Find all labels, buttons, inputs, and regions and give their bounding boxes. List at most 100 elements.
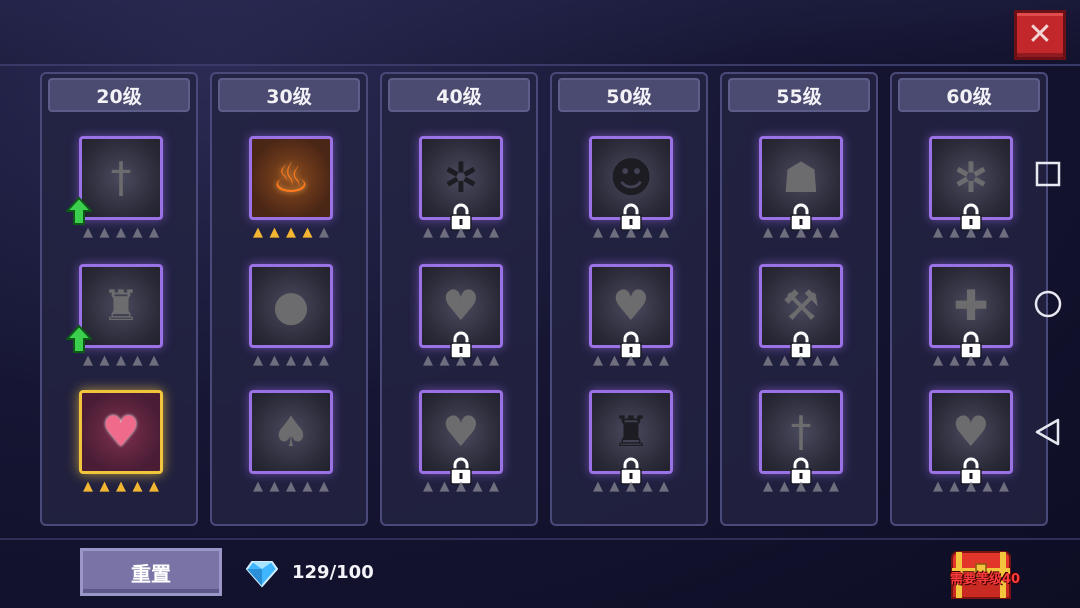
star-rating: ▲ ▲ ▲ ▲ ▲: [929, 354, 1013, 368]
star-icon: ▲: [626, 225, 636, 240]
star-icon: ▲: [456, 479, 466, 494]
star-icon: ▲: [489, 225, 499, 240]
star-icon: ▲: [489, 479, 499, 494]
water-drop-icon: ●: [272, 281, 310, 330]
star-icon: ▲: [116, 225, 126, 240]
talent-slot[interactable]: ☗: [759, 136, 843, 231]
recent-apps-icon[interactable]: [1034, 160, 1062, 188]
star-icon: ▲: [286, 225, 296, 240]
star-icon: ▲: [99, 353, 110, 368]
home-icon[interactable]: [1034, 290, 1062, 318]
star-icon: ▲: [999, 353, 1009, 368]
star-icon: ▲: [132, 353, 143, 368]
top-bar: [0, 0, 1080, 66]
talent-slot[interactable]: ✲: [929, 136, 1013, 231]
heart-plus-icon: ♥: [612, 281, 650, 330]
star-icon: ▲: [472, 479, 483, 494]
star-icon: ▲: [659, 225, 669, 240]
star-icon: ▲: [779, 479, 790, 494]
star-rating: ▲ ▲ ▲ ▲ ▲: [79, 480, 163, 494]
star-rating: ▲ ▲ ▲ ▲ ▲: [419, 226, 503, 240]
star-icon: ▲: [286, 479, 296, 494]
heart-icon: ♥: [102, 407, 140, 456]
talent-slot[interactable]: ✚: [929, 264, 1013, 359]
talent-columns: 20级 † ▲ ▲ ▲ ▲ ▲ ♜ ▲ ▲ ▲ ▲ ▲ ♥ ▲ ▲ ▲ ▲ ▲ 30级 ♨ ▲ ▲ ▲ ▲ ▲ ● ▲ ▲ ▲ ▲ ▲ ♠ ▲ ▲ ▲…: [40, 72, 1050, 528]
reset-button[interactable]: 重置: [80, 548, 222, 596]
hooded-figure-icon: ☻: [609, 153, 653, 202]
star-rating: ▲ ▲ ▲ ▲ ▲: [759, 480, 843, 494]
talent-slot[interactable]: ☻: [589, 136, 673, 231]
talent-slot[interactable]: ♠: [249, 390, 333, 474]
heart-plus-icon: ♥: [442, 281, 480, 330]
star-icon: ▲: [472, 353, 483, 368]
talent-slot[interactable]: ♥: [419, 390, 503, 485]
star-icon: ▲: [132, 225, 143, 240]
heart-icon: ♥: [442, 407, 480, 456]
star-rating: ▲ ▲ ▲ ▲ ▲: [79, 354, 163, 368]
armor-icon: ♜: [612, 407, 650, 456]
talent-slot[interactable]: ●: [249, 264, 333, 348]
star-icon: ▲: [253, 479, 263, 494]
star-icon: ▲: [763, 479, 773, 494]
star-icon: ▲: [829, 225, 839, 240]
star-icon: ▲: [982, 225, 993, 240]
star-icon: ▲: [302, 479, 313, 494]
talent-slot[interactable]: ♥: [929, 390, 1013, 485]
star-icon: ▲: [642, 479, 653, 494]
star-rating: ▲ ▲ ▲ ▲ ▲: [759, 354, 843, 368]
talent-slot[interactable]: †: [759, 390, 843, 485]
gem-count: 129/100: [292, 562, 374, 583]
star-icon: ▲: [269, 479, 280, 494]
column-level-header: 20级: [48, 78, 190, 112]
talent-column: 30级 ♨ ▲ ▲ ▲ ▲ ▲ ● ▲ ▲ ▲ ▲ ▲ ♠ ▲ ▲ ▲ ▲ ▲: [210, 72, 368, 526]
star-icon: ▲: [439, 353, 450, 368]
star-icon: ▲: [966, 353, 976, 368]
star-icon: ▲: [116, 479, 126, 494]
star-icon: ▲: [423, 353, 433, 368]
star-rating: ▲ ▲ ▲ ▲ ▲: [249, 226, 333, 240]
star-icon: ▲: [812, 353, 823, 368]
star-icon: ▲: [779, 225, 790, 240]
talent-slot[interactable]: ♨: [249, 136, 333, 220]
star-icon: ▲: [423, 225, 433, 240]
star-icon: ▲: [779, 353, 790, 368]
star-rating: ▲ ▲ ▲ ▲ ▲: [249, 480, 333, 494]
star-icon: ▲: [99, 479, 110, 494]
talent-slot[interactable]: ♥: [589, 264, 673, 359]
star-icon: ▲: [319, 353, 329, 368]
talent-slot[interactable]: ⚒: [759, 264, 843, 359]
star-icon: ▲: [609, 479, 620, 494]
star-rating: ▲ ▲ ▲ ▲ ▲: [589, 226, 673, 240]
star-icon: ▲: [966, 225, 976, 240]
star-rating: ▲ ▲ ▲ ▲ ▲: [929, 226, 1013, 240]
star-icon: ▲: [116, 353, 126, 368]
star-icon: ▲: [933, 353, 943, 368]
column-level-header: 50级: [558, 78, 700, 112]
talent-slot[interactable]: ♥: [79, 390, 163, 474]
star-icon: ▲: [99, 225, 110, 240]
star-icon: ▲: [966, 479, 976, 494]
hammer-icon: ⚒: [782, 281, 820, 330]
star-icon: ▲: [149, 353, 159, 368]
talent-slot[interactable]: ✲: [419, 136, 503, 231]
chest-requirement-label: 需要等级40: [949, 572, 1021, 587]
talent-column: 55级 ☗ ▲ ▲ ▲ ▲ ▲ ⚒ ▲ ▲ ▲ ▲ ▲ † ▲ ▲ ▲ ▲ ▲: [720, 72, 878, 526]
star-icon: ▲: [999, 479, 1009, 494]
star-icon: ▲: [302, 353, 313, 368]
star-icon: ▲: [149, 479, 159, 494]
star-icon: ▲: [319, 479, 329, 494]
close-button[interactable]: ✕: [1014, 10, 1066, 60]
star-icon: ▲: [763, 353, 773, 368]
star-icon: ▲: [796, 353, 806, 368]
spider-icon: ✲: [443, 153, 479, 202]
cross-icon: ✚: [953, 281, 989, 330]
talent-slot[interactable]: ♥: [419, 264, 503, 359]
star-rating: ▲ ▲ ▲ ▲ ▲: [589, 354, 673, 368]
star-icon: ▲: [286, 353, 296, 368]
star-icon: ▲: [149, 225, 159, 240]
star-icon: ▲: [829, 353, 839, 368]
back-icon[interactable]: [1034, 418, 1062, 446]
star-rating: ▲ ▲ ▲ ▲ ▲: [79, 226, 163, 240]
talent-slot[interactable]: ♜: [589, 390, 673, 485]
star-icon: ▲: [982, 353, 993, 368]
